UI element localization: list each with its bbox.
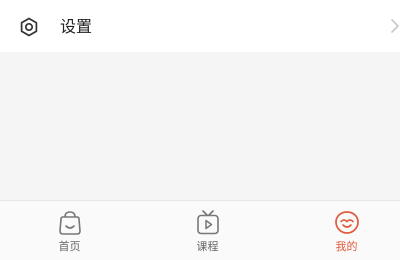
chevron-right-icon (391, 19, 399, 33)
screen: 设置 首页 课程 我的 (0, 0, 400, 260)
gear-icon (20, 17, 38, 37)
tv-play-icon (196, 210, 219, 235)
settings-row[interactable]: 设置 (0, 0, 400, 52)
tab-home-label: 首页 (58, 240, 81, 253)
profile-face-icon (334, 211, 359, 234)
tab-mine-label: 我的 (335, 240, 358, 253)
tab-home[interactable]: 首页 (3, 201, 136, 260)
tab-courses-label: 课程 (196, 240, 219, 253)
settings-label: 设置 (60, 17, 93, 36)
bottom-tab-bar: 首页 课程 我的 (0, 200, 400, 260)
home-icon (58, 211, 81, 235)
tab-mine[interactable]: 我的 (280, 201, 400, 260)
tab-courses[interactable]: 课程 (141, 201, 274, 260)
